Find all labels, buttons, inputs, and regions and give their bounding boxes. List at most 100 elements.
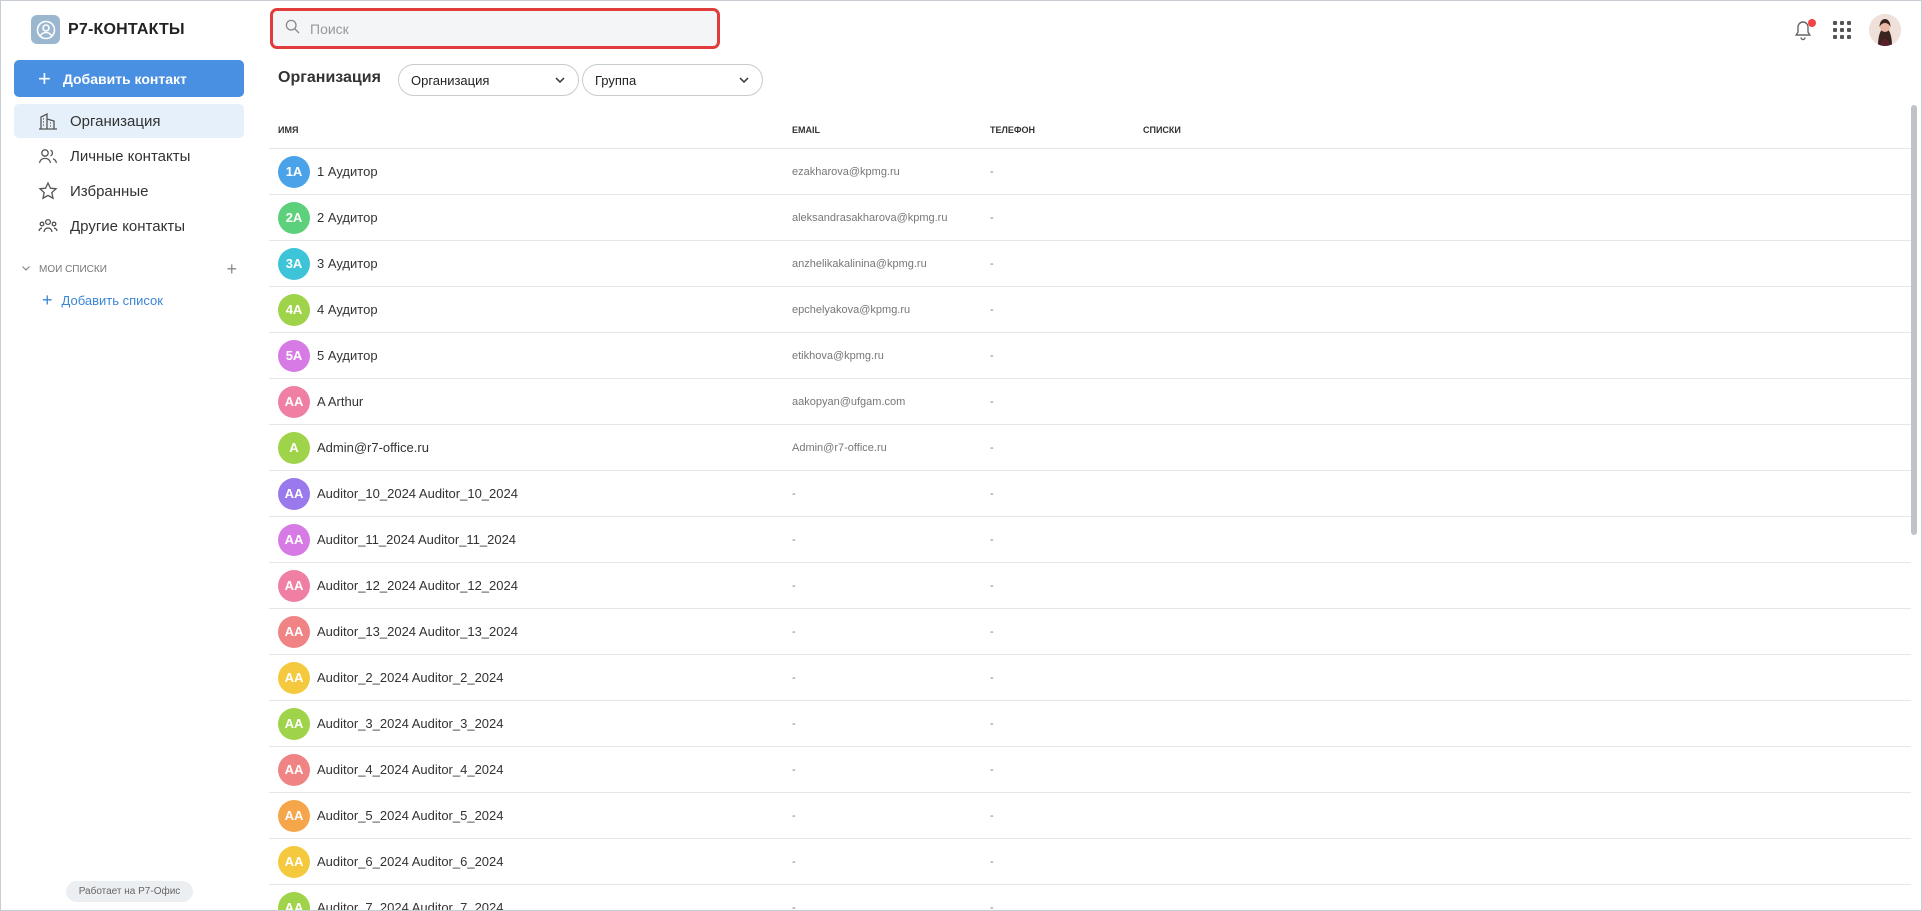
- organization-filter-select[interactable]: Организация: [398, 64, 579, 96]
- contact-email: -: [792, 579, 796, 592]
- contact-phone: -: [990, 901, 994, 911]
- contact-name-cell: AA A Arthur: [269, 385, 792, 418]
- sidebar-item-label: Другие контакты: [70, 217, 185, 235]
- contact-name-cell: AA Auditor_7_2024 Auditor_7_2024: [269, 891, 792, 911]
- table-row[interactable]: AA Auditor_5_2024 Auditor_5_2024 - -: [269, 793, 1911, 839]
- contact-name: Auditor_2_2024 Auditor_2_2024: [317, 670, 504, 685]
- table-body: 1А 1 Аудитор ezakharova@kpmg.ru - 2А 2 Аудито…: [269, 149, 1911, 911]
- sidebar-item-organization[interactable]: Организация: [14, 104, 244, 138]
- group-filter-select[interactable]: Группа: [582, 64, 763, 96]
- add-list-label: Добавить список: [61, 292, 163, 308]
- contact-phone: -: [990, 717, 994, 730]
- apps-grid-icon[interactable]: [1833, 21, 1851, 39]
- contact-name: Admin@r7-office.ru: [317, 440, 429, 455]
- contact-avatar: AA: [278, 891, 310, 910]
- sidebar-item-other[interactable]: Другие контакты: [14, 209, 244, 243]
- table-row[interactable]: AA Auditor_10_2024 Auditor_10_2024 - -: [269, 471, 1911, 517]
- contact-name: Auditor_6_2024 Auditor_6_2024: [317, 854, 504, 869]
- contact-name-cell: AA Auditor_5_2024 Auditor_5_2024: [269, 799, 792, 832]
- column-header-phone[interactable]: ТЕЛЕФОН: [990, 125, 1143, 135]
- column-header-email[interactable]: EMAIL: [792, 125, 990, 135]
- contact-email: -: [792, 763, 796, 776]
- search-box[interactable]: [270, 8, 720, 49]
- plus-icon: +: [42, 290, 53, 310]
- notifications-bell-icon[interactable]: [1793, 19, 1816, 41]
- contact-email: anzhelikakalinina@kpmg.ru: [792, 257, 927, 270]
- contact-name: Auditor_4_2024 Auditor_4_2024: [317, 762, 504, 777]
- contact-avatar: AA: [278, 615, 310, 648]
- contact-avatar: 4А: [278, 293, 310, 326]
- table-row[interactable]: AA Auditor_11_2024 Auditor_11_2024 - -: [269, 517, 1911, 563]
- table-row[interactable]: 1А 1 Аудитор ezakharova@kpmg.ru -: [269, 149, 1911, 195]
- column-header-name[interactable]: ИМЯ: [269, 125, 792, 135]
- contact-name: Auditor_7_2024 Auditor_7_2024: [317, 900, 504, 911]
- contact-name-cell: A Admin@r7-office.ru: [269, 431, 792, 464]
- contact-name-cell: 2А 2 Аудитор: [269, 201, 792, 234]
- contact-email: -: [792, 487, 796, 500]
- sidebar-item-personal[interactable]: Личные контакты: [14, 139, 244, 173]
- contact-avatar: AA: [278, 753, 310, 786]
- my-lists-label: МОИ СПИСКИ: [39, 264, 107, 275]
- sidebar-item-label: Избранные: [70, 182, 149, 200]
- table-row[interactable]: AA Auditor_6_2024 Auditor_6_2024 - -: [269, 839, 1911, 885]
- contact-phone: -: [990, 257, 994, 270]
- brand[interactable]: Р7-КОНТАКТЫ: [31, 15, 185, 44]
- table-row[interactable]: AA Auditor_4_2024 Auditor_4_2024 - -: [269, 747, 1911, 793]
- scrollbar-thumb[interactable]: [1911, 105, 1917, 535]
- contact-name: 2 Аудитор: [317, 210, 378, 225]
- sidebar-item-favorites[interactable]: Избранные: [14, 174, 244, 208]
- search-input[interactable]: [310, 20, 690, 37]
- table-row[interactable]: AA Auditor_3_2024 Auditor_3_2024 - -: [269, 701, 1911, 747]
- table-row[interactable]: 2А 2 Аудитор aleksandrasakharova@kpmg.ru -: [269, 195, 1911, 241]
- table-row[interactable]: A Admin@r7-office.ru Admin@r7-office.ru -: [269, 425, 1911, 471]
- contact-email: ezakharova@kpmg.ru: [792, 165, 900, 178]
- contact-phone: -: [990, 487, 994, 500]
- contact-email: epchelyakova@kpmg.ru: [792, 303, 911, 316]
- chevron-down-icon[interactable]: [21, 263, 31, 276]
- page-title: Организация: [278, 69, 381, 86]
- contact-name-cell: AA Auditor_6_2024 Auditor_6_2024: [269, 845, 792, 878]
- contact-avatar: AA: [278, 707, 310, 740]
- contact-avatar: AA: [278, 799, 310, 832]
- contact-avatar: 1А: [278, 155, 310, 188]
- contact-avatar: 3А: [278, 247, 310, 280]
- contact-name-cell: AA Auditor_12_2024 Auditor_12_2024: [269, 569, 792, 602]
- contact-avatar: AA: [278, 661, 310, 694]
- table-row[interactable]: AA A Arthur aakopyan@ufgam.com -: [269, 379, 1911, 425]
- users-icon: [38, 146, 58, 166]
- contact-email: -: [792, 671, 796, 684]
- table-row[interactable]: AA Auditor_7_2024 Auditor_7_2024 - -: [269, 885, 1911, 911]
- contact-name-cell: AA Auditor_2_2024 Auditor_2_2024: [269, 661, 792, 694]
- contact-phone: -: [990, 855, 994, 868]
- contact-avatar: AA: [278, 845, 310, 878]
- user-avatar[interactable]: [1869, 14, 1901, 46]
- contact-name: Auditor_10_2024 Auditor_10_2024: [317, 486, 518, 501]
- contact-name-cell: AA Auditor_13_2024 Auditor_13_2024: [269, 615, 792, 648]
- contact-name-cell: AA Auditor_3_2024 Auditor_3_2024: [269, 707, 792, 740]
- sidebar: Р7-КОНТАКТЫ + Добавить контакт Организац…: [1, 1, 257, 910]
- add-list-button[interactable]: + Добавить список: [42, 291, 163, 309]
- contact-phone: -: [990, 533, 994, 546]
- contact-email: aleksandrasakharova@kpmg.ru: [792, 211, 948, 224]
- table-row[interactable]: AA Auditor_12_2024 Auditor_12_2024 - -: [269, 563, 1911, 609]
- sidebar-item-label: Организация: [70, 112, 161, 130]
- group-filter-value: Группа: [595, 72, 637, 88]
- contact-avatar: AA: [278, 385, 310, 418]
- chevron-down-icon: [738, 74, 750, 89]
- contact-phone: -: [990, 625, 994, 638]
- contact-name-cell: AA Auditor_4_2024 Auditor_4_2024: [269, 753, 792, 786]
- table-row[interactable]: 4А 4 Аудитор epchelyakova@kpmg.ru -: [269, 287, 1911, 333]
- contact-name-cell: 4А 4 Аудитор: [269, 293, 792, 326]
- table-row[interactable]: 3А 3 Аудитор anzhelikakalinina@kpmg.ru -: [269, 241, 1911, 287]
- table-row[interactable]: 5А 5 Аудитор etikhova@kpmg.ru -: [269, 333, 1911, 379]
- my-lists-header[interactable]: МОИ СПИСКИ +: [21, 259, 237, 280]
- add-list-plus-icon[interactable]: +: [226, 259, 237, 280]
- add-contact-button[interactable]: + Добавить контакт: [14, 60, 244, 97]
- contact-avatar: 2А: [278, 201, 310, 234]
- table-row[interactable]: AA Auditor_13_2024 Auditor_13_2024 - -: [269, 609, 1911, 655]
- table-row[interactable]: AA Auditor_2_2024 Auditor_2_2024 - -: [269, 655, 1911, 701]
- contact-phone: -: [990, 303, 994, 316]
- app-window: Р7-КОНТАКТЫ + Добавить контакт Организац…: [0, 0, 1922, 911]
- contact-email: etikhova@kpmg.ru: [792, 349, 884, 362]
- column-header-lists[interactable]: СПИСКИ: [1143, 125, 1911, 135]
